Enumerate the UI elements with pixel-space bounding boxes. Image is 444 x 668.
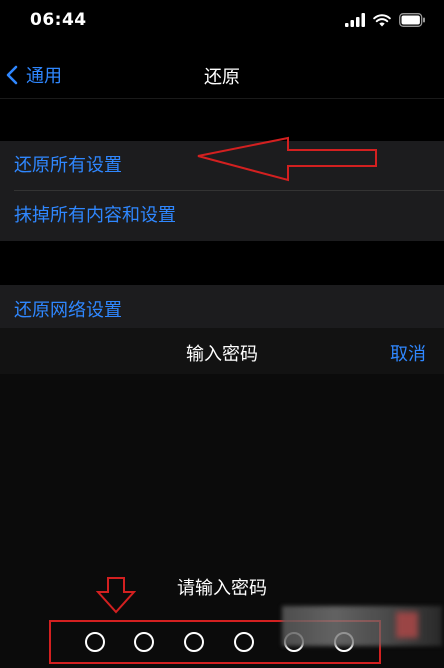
passcode-dot <box>234 632 254 652</box>
status-icons <box>345 12 426 31</box>
passcode-dot <box>134 632 154 652</box>
network-reset-group: 还原网络设置 <box>0 285 444 329</box>
cell-label: 还原网络设置 <box>14 300 122 321</box>
settings-screen: 06:44 通用 还原 还原所有设置 抹掉所有内容和设置 还原网络设置 输入密码… <box>0 0 444 668</box>
passcode-dot <box>85 632 105 652</box>
passcode-prompt: 请输入密码 <box>177 578 267 599</box>
erase-all-content-cell[interactable]: 抹掉所有内容和设置 <box>0 191 444 241</box>
sheet-header: 输入密码 取消 <box>0 328 444 374</box>
status-bar: 06:44 <box>0 0 444 44</box>
battery-icon <box>399 12 426 31</box>
cell-label: 还原所有设置 <box>14 155 122 176</box>
page-title: 还原 <box>204 67 240 88</box>
passcode-dot <box>184 632 204 652</box>
annotation-arrow-icon <box>197 136 377 182</box>
navigation-bar: 通用 还原 <box>0 52 444 99</box>
cell-label: 抹掉所有内容和设置 <box>14 205 176 226</box>
annotation-down-arrow-icon <box>96 577 136 614</box>
watermark-blur-accent <box>396 612 418 638</box>
wifi-icon <box>373 12 391 31</box>
status-time: 06:44 <box>30 10 87 30</box>
signal-icon <box>345 12 365 31</box>
watermark-blur <box>282 606 442 646</box>
cancel-button[interactable]: 取消 <box>390 340 426 366</box>
sheet-title: 输入密码 <box>186 344 258 365</box>
